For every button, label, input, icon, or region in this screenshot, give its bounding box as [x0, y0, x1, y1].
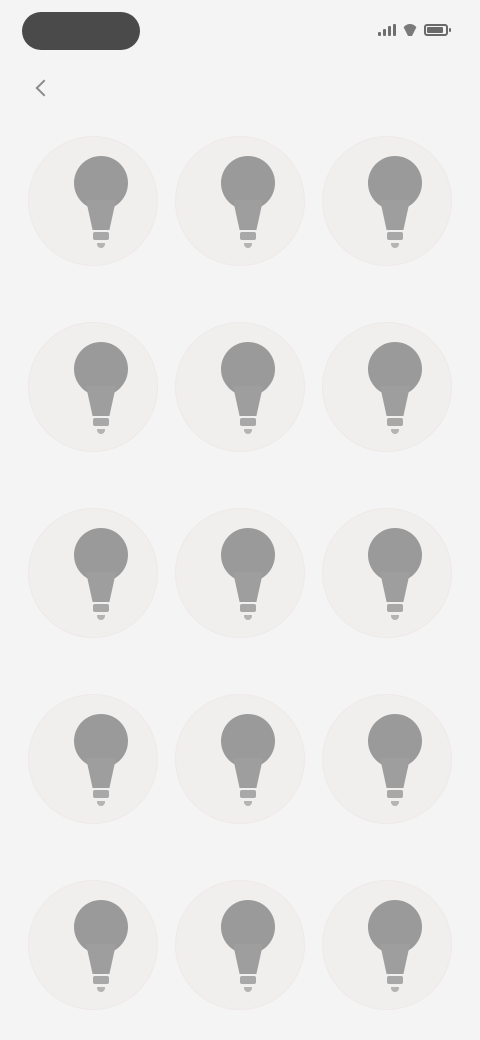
light-bulb-icon — [362, 900, 428, 1000]
tile-circle — [322, 136, 452, 266]
chevron-left-icon — [35, 79, 53, 97]
grid-tile[interactable] — [167, 314, 313, 500]
tile-label — [20, 1024, 166, 1040]
light-bulb-icon — [68, 342, 134, 442]
tile-grid — [20, 128, 460, 1040]
tile-label — [167, 1024, 313, 1040]
tile-circle — [322, 694, 452, 824]
grid-tile[interactable] — [167, 686, 313, 872]
signal-icon — [378, 24, 396, 36]
light-bulb-icon — [215, 900, 281, 1000]
tile-circle — [175, 136, 305, 266]
light-bulb-icon — [68, 900, 134, 1000]
light-bulb-icon — [68, 528, 134, 628]
tile-label — [167, 652, 313, 676]
light-bulb-icon — [68, 156, 134, 256]
tile-circle — [322, 880, 452, 1010]
tile-label — [20, 652, 166, 676]
tile-label — [167, 280, 313, 304]
tile-label — [314, 280, 460, 304]
grid-tile[interactable] — [314, 314, 460, 500]
grid-tile[interactable] — [314, 686, 460, 872]
tile-label — [167, 838, 313, 862]
grid-tile[interactable] — [20, 128, 166, 314]
light-bulb-icon — [362, 156, 428, 256]
tile-label — [20, 466, 166, 490]
tile-label — [314, 838, 460, 862]
tile-circle — [28, 322, 158, 452]
tile-circle — [28, 136, 158, 266]
tile-circle — [28, 694, 158, 824]
light-bulb-icon — [68, 714, 134, 814]
tile-label — [20, 838, 166, 862]
tile-label — [167, 466, 313, 490]
grid-tile[interactable] — [314, 128, 460, 314]
grid-tile[interactable] — [167, 128, 313, 314]
header-pill — [22, 12, 140, 50]
light-bulb-icon — [362, 714, 428, 814]
tile-label — [20, 280, 166, 304]
tile-label — [314, 1024, 460, 1040]
tile-circle — [322, 508, 452, 638]
grid-tile[interactable] — [20, 314, 166, 500]
grid-tile[interactable] — [20, 872, 166, 1040]
grid-tile[interactable] — [20, 500, 166, 686]
tile-circle — [175, 322, 305, 452]
grid-tile[interactable] — [167, 872, 313, 1040]
tile-label — [314, 652, 460, 676]
status-bar — [0, 0, 480, 60]
tile-circle — [175, 880, 305, 1010]
grid-tile[interactable] — [314, 872, 460, 1040]
grid-tile[interactable] — [20, 686, 166, 872]
battery-icon — [424, 24, 451, 36]
light-bulb-icon — [362, 342, 428, 442]
grid-tile[interactable] — [167, 500, 313, 686]
light-bulb-icon — [215, 714, 281, 814]
back-button[interactable] — [34, 72, 58, 104]
tile-circle — [175, 694, 305, 824]
wifi-icon — [402, 24, 418, 36]
tile-circle — [28, 508, 158, 638]
light-bulb-icon — [215, 342, 281, 442]
tile-label — [314, 466, 460, 490]
light-bulb-icon — [215, 156, 281, 256]
tile-circle — [28, 880, 158, 1010]
tile-circle — [322, 322, 452, 452]
grid-tile[interactable] — [314, 500, 460, 686]
status-icons — [372, 22, 451, 38]
tile-circle — [175, 508, 305, 638]
light-bulb-icon — [215, 528, 281, 628]
light-bulb-icon — [362, 528, 428, 628]
